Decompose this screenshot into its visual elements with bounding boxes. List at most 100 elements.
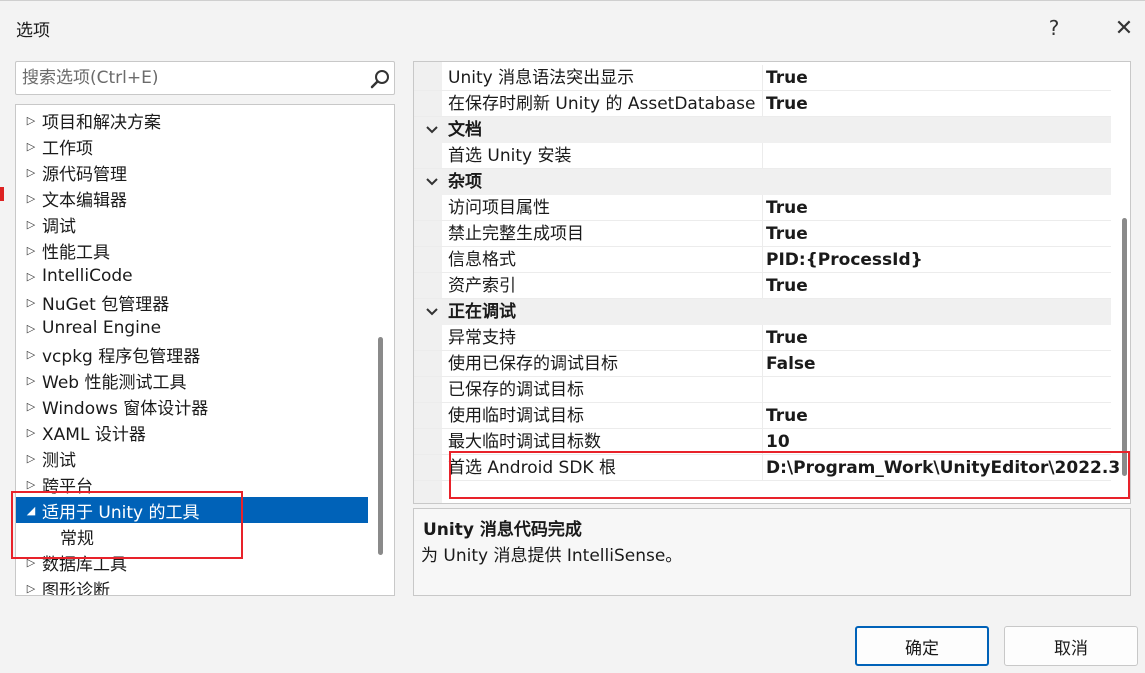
ok-button[interactable]: 确定 (855, 626, 989, 666)
tree-item[interactable]: ▷ 文本编辑器 (16, 185, 368, 211)
grid-category[interactable]: 杂项 (414, 169, 1111, 195)
grid-scrollbar[interactable] (1122, 218, 1127, 476)
property-value[interactable]: D:\Program_Work\UnityEditor\2022.3 (766, 455, 1120, 481)
property-value[interactable]: True (766, 273, 808, 299)
property-name: 最大临时调试目标数 (448, 432, 601, 452)
description-panel: Unity 消息代码完成 为 Unity 消息提供 IntelliSense。 (413, 508, 1131, 596)
property-value[interactable]: True (766, 221, 808, 247)
chevron-down-icon[interactable] (424, 172, 440, 192)
tree-item[interactable]: ▷ 源代码管理 (16, 159, 368, 185)
collapsed-triangle-icon[interactable]: ▷ (24, 166, 38, 179)
property-name: Unity 消息语法突出显示 (448, 68, 635, 88)
tree-item-label: 数据库工具 (42, 554, 127, 575)
property-name: 首选 Unity 安装 (448, 146, 572, 166)
grid-property-row[interactable]: 使用已保存的调试目标 False (414, 351, 1111, 377)
collapsed-triangle-icon[interactable]: ▷ (24, 348, 38, 361)
chevron-down-icon[interactable] (424, 302, 440, 322)
collapsed-triangle-icon[interactable]: ▷ (24, 374, 38, 387)
collapsed-triangle-icon[interactable]: ▷ (24, 114, 38, 127)
grid-property-row[interactable]: 禁止完整生成项目 True (414, 221, 1111, 247)
tree-item[interactable]: ▷ 调试 (16, 211, 368, 237)
collapsed-triangle-icon[interactable]: ▷ (24, 244, 38, 257)
tree-item-label: XAML 设计器 (42, 424, 146, 445)
tree-item[interactable]: ▷ vcpkg 程序包管理器 (16, 341, 368, 367)
property-name: 使用已保存的调试目标 (448, 354, 618, 374)
property-value[interactable]: True (766, 195, 808, 221)
grid-property-row[interactable]: 信息格式 PID:{ProcessId} (414, 247, 1111, 273)
grid-property-row[interactable]: 访问项目属性 True (414, 195, 1111, 221)
property-name: 首选 Android SDK 根 (448, 458, 616, 478)
tree-item[interactable]: ▷ XAML 设计器 (16, 419, 368, 445)
tree-item[interactable]: ▷ 项目和解决方案 (16, 107, 368, 133)
grid-property-row[interactable]: 在保存时刷新 Unity 的 AssetDatabase True (414, 91, 1111, 117)
collapsed-triangle-icon[interactable]: ▷ (24, 140, 38, 153)
help-button[interactable]: ? (1034, 11, 1074, 45)
tree-item-label: NuGet 包管理器 (42, 294, 170, 315)
property-name: 已保存的调试目标 (448, 380, 584, 400)
property-value[interactable]: True (766, 403, 808, 429)
column-divider (762, 455, 763, 481)
cancel-button[interactable]: 取消 (1004, 626, 1138, 666)
tree-item-label: 文本编辑器 (42, 190, 127, 211)
tree-item[interactable]: ▷ Web 性能测试工具 (16, 367, 368, 393)
collapsed-triangle-icon[interactable]: ▷ (24, 296, 38, 309)
property-name: 访问项目属性 (448, 198, 550, 218)
column-divider (762, 429, 763, 455)
search-input[interactable] (22, 65, 362, 91)
grid-property-row[interactable]: 资产索引 True (414, 273, 1111, 299)
property-value[interactable]: True (766, 91, 808, 117)
search-icon[interactable] (369, 68, 391, 90)
grid-category[interactable]: 文档 (414, 117, 1111, 143)
collapsed-triangle-icon[interactable]: ▷ (24, 452, 38, 465)
close-button[interactable]: ✕ (1104, 11, 1144, 45)
grid-property-row[interactable]: Unity 消息语法突出显示 True (414, 65, 1111, 91)
collapsed-triangle-icon[interactable]: ▷ (24, 192, 38, 205)
tree-item[interactable]: ▷ 工作项 (16, 133, 368, 159)
tree-item[interactable]: ▷ 测试 (16, 445, 368, 471)
column-divider (762, 143, 763, 169)
property-value[interactable]: PID:{ProcessId} (766, 247, 923, 273)
tree-item-label: 图形诊断 (42, 580, 110, 596)
collapsed-triangle-icon[interactable]: ▷ (24, 270, 38, 283)
options-dialog: 选项 ? ✕ ▷项目和解决方案▷工作项▷源代码管理▷文本编辑器▷调试▷性能工具▷… (0, 0, 1145, 673)
collapsed-triangle-icon[interactable]: ▷ (24, 400, 38, 413)
tree-item[interactable]: ▷ Windows 窗体设计器 (16, 393, 368, 419)
property-value[interactable]: True (766, 325, 808, 351)
tree-item[interactable]: ▷ 数据库工具 (16, 549, 368, 575)
grid-property-row[interactable]: 使用临时调试目标 True (414, 403, 1111, 429)
grid-category[interactable]: 正在调试 (414, 299, 1111, 325)
chevron-down-icon[interactable] (424, 120, 440, 140)
property-value[interactable]: True (766, 65, 808, 91)
tree-item[interactable]: ▷ IntelliCode (16, 263, 368, 289)
search-box (15, 61, 395, 95)
property-value[interactable]: False (766, 351, 816, 377)
collapsed-triangle-icon[interactable]: ▷ (24, 582, 38, 595)
tree-item[interactable]: ▷ NuGet 包管理器 (16, 289, 368, 315)
collapsed-triangle-icon[interactable]: ▷ (24, 556, 38, 569)
property-name: 信息格式 (448, 250, 516, 270)
collapsed-triangle-icon[interactable]: ▷ (24, 478, 38, 491)
grid-property-row[interactable]: 首选 Android SDK 根 D:\Program_Work\UnityEdi… (414, 455, 1120, 481)
collapsed-triangle-icon[interactable]: ▷ (24, 426, 38, 439)
property-name: 在保存时刷新 Unity 的 AssetDatabase (448, 94, 756, 114)
collapsed-triangle-icon[interactable]: ▷ (24, 322, 38, 335)
grid-property-row[interactable]: 异常支持 True (414, 325, 1111, 351)
tree-item[interactable]: 常规 (16, 523, 368, 549)
tree-item-label: 源代码管理 (42, 164, 127, 185)
expanded-triangle-icon[interactable]: ◢ (24, 504, 38, 517)
grid-property-row[interactable]: 最大临时调试目标数 10 (414, 429, 1111, 455)
tree-scrollbar[interactable] (378, 337, 383, 555)
grid-property-row[interactable]: 首选 Unity 安装 (414, 143, 1111, 169)
tree-item[interactable]: ▷ 性能工具 (16, 237, 368, 263)
tree-item[interactable]: ▷ 图形诊断 (16, 575, 368, 596)
property-value[interactable]: 10 (766, 429, 790, 455)
tree-item-label: 工作项 (42, 138, 93, 159)
grid-property-row[interactable]: 已保存的调试目标 (414, 377, 1111, 403)
column-divider (762, 325, 763, 351)
collapsed-triangle-icon[interactable]: ▷ (24, 218, 38, 231)
tree-item[interactable]: ▷ 跨平台 (16, 471, 368, 497)
description-title: Unity 消息代码完成 (423, 520, 582, 540)
grid-category-label: 正在调试 (448, 302, 516, 322)
tree-item[interactable]: ▷ Unreal Engine (16, 315, 368, 341)
tree-item[interactable]: ◢ 适用于 Unity 的工具 (16, 497, 368, 523)
